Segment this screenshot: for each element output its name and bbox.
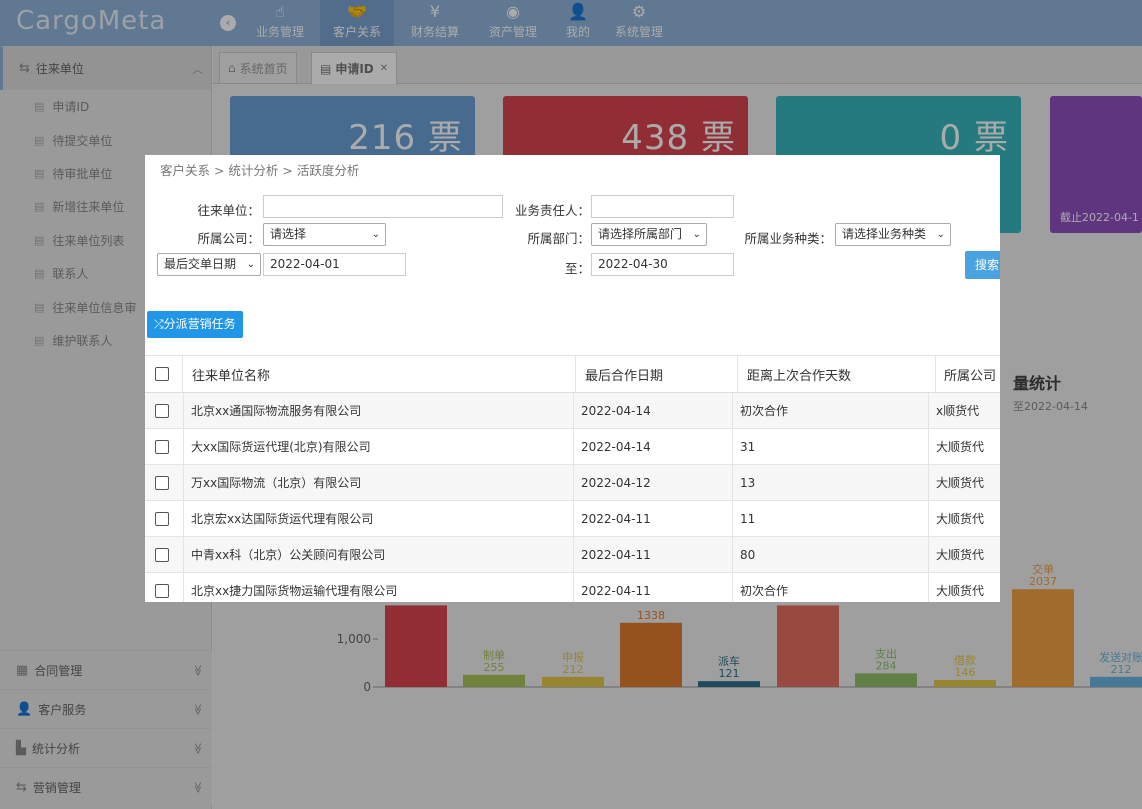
- header-checkbox-cell: [145, 356, 183, 392]
- dept-label: 所属部门：: [527, 231, 590, 246]
- cell-name: 大xx国际货运代理(北京)有限公司: [183, 429, 573, 464]
- table-row[interactable]: 北京xx通国际物流服务有限公司 2022-04-14 初次合作 x顺货代: [145, 393, 1000, 429]
- owner-input[interactable]: [591, 195, 734, 218]
- cell-date: 2022-04-11: [573, 501, 732, 536]
- owner-label: 业务责任人：: [514, 203, 590, 218]
- table-row[interactable]: 万xx国际物流（北京）有限公司 2022-04-12 13 大顺货代: [145, 465, 1000, 501]
- col-header-corp[interactable]: 所属公司: [936, 356, 1000, 392]
- row-checkbox[interactable]: [155, 475, 169, 490]
- chevron-down-icon: ⌄: [936, 229, 945, 240]
- cell-name: 北京xx捷力国际货物运输代理有限公司: [183, 573, 573, 602]
- cell-corp: 大顺货代: [928, 465, 1000, 500]
- biz-select[interactable]: 请选择业务种类 ⌄: [835, 223, 951, 246]
- dept-select[interactable]: 请选择所属部门 ⌄: [591, 223, 707, 246]
- chevron-down-icon: ⌄: [692, 229, 701, 240]
- cell-date: 2022-04-12: [573, 465, 732, 500]
- table-row[interactable]: 大xx国际货运代理(北京)有限公司 2022-04-14 31 大顺货代: [145, 429, 1000, 465]
- search-button[interactable]: 搜索: [965, 251, 1000, 279]
- cell-name: 北京宏xx达国际货运代理有限公司: [183, 501, 573, 536]
- row-checkbox[interactable]: [155, 439, 169, 454]
- cell-date: 2022-04-11: [573, 573, 732, 602]
- cell-name: 中青xx科（北京）公关顾问有限公司: [183, 537, 573, 572]
- date-type-select[interactable]: 最后交单日期 ⌄: [157, 253, 261, 276]
- cell-corp: 大顺货代: [928, 537, 1000, 572]
- activity-analysis-dialog: 客户关系 > 统计分析 > 活跃度分析 往来单位： 业务责任人： 所属公司： 请…: [145, 155, 1000, 602]
- breadcrumb: 客户关系 > 统计分析 > 活跃度分析: [160, 163, 360, 178]
- row-checkbox[interactable]: [155, 583, 169, 598]
- biz-label: 所属业务种类：: [744, 231, 832, 246]
- cell-date: 2022-04-14: [573, 393, 732, 428]
- company-label: 往来单位：: [197, 203, 260, 218]
- to-label: 至：: [564, 261, 590, 276]
- cell-days: 11: [732, 501, 928, 536]
- select-all-checkbox[interactable]: [155, 367, 169, 381]
- date-from-input[interactable]: 2022-04-01: [263, 253, 406, 276]
- date-type-value: 最后交单日期: [164, 257, 237, 271]
- cell-corp: 大顺货代: [928, 429, 1000, 464]
- cell-corp: 大顺货代: [928, 501, 1000, 536]
- cell-days: 31: [732, 429, 928, 464]
- cell-name: 万xx国际物流（北京）有限公司: [183, 465, 573, 500]
- assign-task-button[interactable]: ⤮分派营销任务: [147, 311, 243, 338]
- table-row[interactable]: 北京宏xx达国际货运代理有限公司 2022-04-11 11 大顺货代: [145, 501, 1000, 537]
- chevron-down-icon: ⌄: [246, 259, 255, 270]
- row-checkbox-cell: [145, 393, 183, 428]
- table-header: 往来单位名称 最后合作日期 距离上次合作天数 所属公司: [145, 355, 1000, 393]
- cell-corp: x顺货代: [928, 393, 1000, 428]
- row-checkbox[interactable]: [155, 511, 169, 526]
- col-header-date[interactable]: 最后合作日期: [576, 356, 738, 392]
- corp-label: 所属公司：: [197, 231, 260, 246]
- row-checkbox-cell: [145, 573, 183, 602]
- cell-days: 初次合作: [732, 573, 928, 602]
- row-checkbox-cell: [145, 465, 183, 500]
- cell-days: 13: [732, 465, 928, 500]
- cell-days: 初次合作: [732, 393, 928, 428]
- row-checkbox[interactable]: [155, 547, 169, 562]
- table-row[interactable]: 北京xx捷力国际货物运输代理有限公司 2022-04-11 初次合作 大顺货代: [145, 573, 1000, 602]
- dept-select-value: 请选择所属部门: [598, 227, 683, 241]
- corp-select-value: 请选择: [270, 227, 307, 241]
- chevron-down-icon: ⌄: [371, 229, 380, 240]
- table-row[interactable]: 中青xx科（北京）公关顾问有限公司 2022-04-11 80 大顺货代: [145, 537, 1000, 573]
- cell-name: 北京xx通国际物流服务有限公司: [183, 393, 573, 428]
- shuffle-icon: ⤮: [154, 317, 164, 331]
- col-header-name[interactable]: 往来单位名称: [183, 356, 576, 392]
- row-checkbox-cell: [145, 429, 183, 464]
- corp-select[interactable]: 请选择 ⌄: [263, 223, 386, 246]
- cell-corp: 大顺货代: [928, 573, 1000, 602]
- cell-date: 2022-04-14: [573, 429, 732, 464]
- date-to-input[interactable]: 2022-04-30: [591, 253, 734, 276]
- company-input[interactable]: [263, 195, 503, 218]
- row-checkbox-cell: [145, 537, 183, 572]
- col-header-days[interactable]: 距离上次合作天数: [738, 356, 936, 392]
- result-table: 往来单位名称 最后合作日期 距离上次合作天数 所属公司 北京xx通国际物流服务有…: [145, 355, 1000, 602]
- biz-select-value: 请选择业务种类: [842, 227, 927, 241]
- row-checkbox-cell: [145, 501, 183, 536]
- assign-task-label: 分派营销任务: [163, 317, 236, 331]
- row-checkbox[interactable]: [155, 403, 169, 418]
- cell-date: 2022-04-11: [573, 537, 732, 572]
- cell-days: 80: [732, 537, 928, 572]
